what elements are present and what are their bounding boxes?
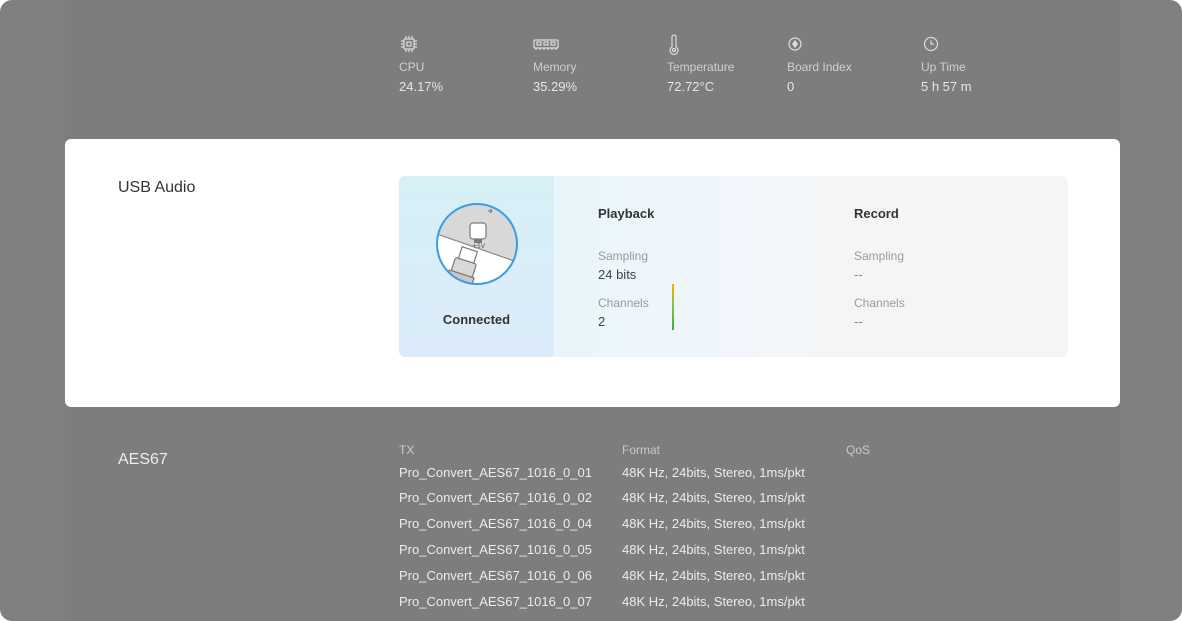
stat-label: Up Time — [921, 60, 966, 74]
aes67-format: 48K Hz, 24bits, Stereo, 1ms/pkt — [622, 568, 805, 583]
stat-temperature: Temperature 72.72°C — [667, 34, 787, 95]
playback-level-meter — [672, 284, 674, 330]
record-channels-label: Channels — [854, 296, 905, 310]
aes67-header-tx: TX — [399, 443, 415, 457]
thermometer-icon — [667, 34, 787, 55]
aes67-tx: Pro_Convert_AES67_1016_0_01 — [399, 465, 592, 480]
usb-5v-text: +5V — [472, 243, 486, 250]
usb-audio-card: USB Audio +5V Connected Playback Samplin… — [65, 139, 1120, 407]
aes67-tx: Pro_Convert_AES67_1016_0_05 — [399, 542, 592, 557]
aes67-header-format: Format — [622, 443, 661, 457]
aes67-row: Pro_Convert_AES67_1016_0_02 48K Hz, 24bi… — [399, 490, 899, 512]
playback-sampling-label: Sampling — [598, 249, 649, 263]
aes67-format: 48K Hz, 24bits, Stereo, 1ms/pkt — [622, 516, 805, 531]
playback-sampling-value: 24 bits — [598, 267, 637, 282]
playback-channels-label: Channels — [598, 296, 649, 310]
stat-memory: Memory 35.29% — [533, 34, 653, 95]
record-section: Record Sampling -- Channels -- — [810, 176, 1068, 357]
aes67-row: Pro_Convert_AES67_1016_0_07 48K Hz, 24bi… — [399, 594, 899, 616]
usb-audio-title: USB Audio — [118, 179, 196, 196]
clock-icon — [921, 34, 1041, 54]
stat-uptime: Up Time 5 h 57 m — [921, 34, 1041, 95]
connection-status: +5V Connected — [399, 176, 554, 357]
memory-icon — [533, 34, 653, 54]
cpu-icon — [399, 34, 519, 54]
board-index-icon — [787, 34, 907, 54]
stat-value: 0 — [787, 79, 795, 94]
stat-label: CPU — [399, 60, 425, 74]
record-sampling-label: Sampling — [854, 249, 905, 263]
stat-label: Temperature — [667, 60, 735, 74]
stat-value: 35.29% — [533, 79, 578, 94]
stat-label: Memory — [533, 60, 577, 74]
record-title: Record — [854, 206, 899, 221]
aes67-title: AES67 — [118, 451, 168, 468]
usb-plug-icon: +5V — [434, 201, 520, 292]
aes67-row: Pro_Convert_AES67_1016_0_05 48K Hz, 24bi… — [399, 542, 899, 564]
stat-value: 24.17% — [399, 79, 444, 94]
stat-board-index: Board Index 0 — [787, 34, 907, 95]
stat-value: 72.72°C — [667, 79, 715, 94]
usb-audio-panel: +5V Connected Playback Sampling 24 bits … — [399, 176, 1068, 357]
aes67-tx: Pro_Convert_AES67_1016_0_02 — [399, 490, 592, 505]
aes67-format: 48K Hz, 24bits, Stereo, 1ms/pkt — [622, 490, 805, 505]
aes67-format: 48K Hz, 24bits, Stereo, 1ms/pkt — [622, 594, 805, 609]
aes67-tx: Pro_Convert_AES67_1016_0_07 — [399, 594, 592, 609]
stat-value: 5 h 57 m — [921, 79, 972, 94]
aes67-row: Pro_Convert_AES67_1016_0_06 48K Hz, 24bi… — [399, 568, 899, 590]
aes67-tx: Pro_Convert_AES67_1016_0_06 — [399, 568, 592, 583]
aes67-header-qos: QoS — [846, 443, 871, 457]
record-channels-value: -- — [854, 314, 863, 329]
stat-cpu: CPU 24.17% — [399, 34, 519, 95]
app-window: CPU 24.17% Memory 35.29% Temperature 72.… — [0, 0, 1182, 621]
aes67-row: Pro_Convert_AES67_1016_0_04 48K Hz, 24bi… — [399, 516, 899, 538]
aes67-format: 48K Hz, 24bits, Stereo, 1ms/pkt — [622, 465, 805, 480]
aes67-row: Pro_Convert_AES67_1016_0_01 48K Hz, 24bi… — [399, 465, 899, 487]
playback-channels-value: 2 — [598, 314, 606, 329]
aes67-format: 48K Hz, 24bits, Stereo, 1ms/pkt — [622, 542, 805, 557]
aes67-tx: Pro_Convert_AES67_1016_0_04 — [399, 516, 592, 531]
playback-section: Playback Sampling 24 bits Channels 2 — [554, 176, 810, 357]
stat-label: Board Index — [787, 60, 852, 74]
playback-title: Playback — [598, 206, 655, 221]
connection-status-label: Connected — [442, 312, 511, 327]
record-sampling-value: -- — [854, 267, 863, 282]
